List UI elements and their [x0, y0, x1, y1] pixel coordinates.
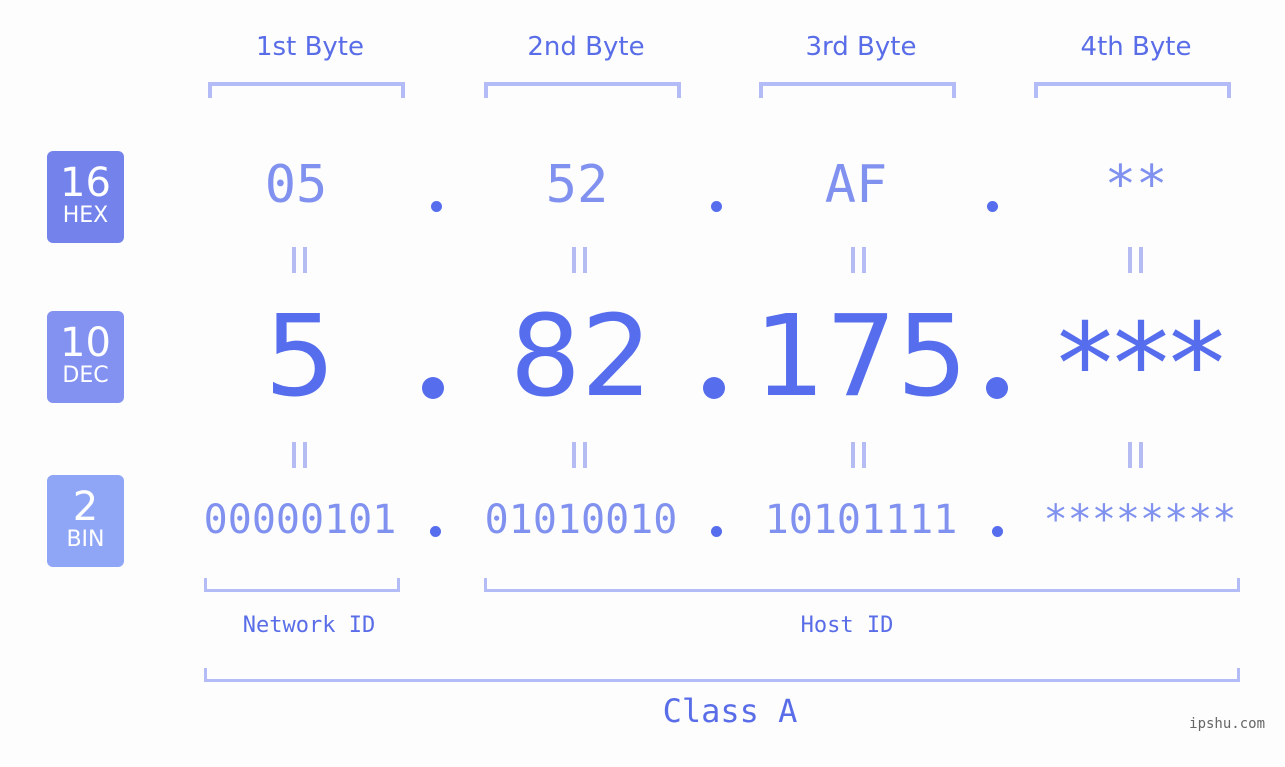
hex-value-4: **: [1104, 155, 1168, 215]
dec-value-1: 5: [264, 292, 336, 422]
byte-bracket-2: [484, 82, 681, 98]
dec-separator-dot: [986, 377, 1008, 399]
byte-header-4: 4th Byte: [1080, 32, 1192, 62]
watermark: ipshu.com: [1189, 716, 1265, 732]
equals-icon: [851, 247, 867, 273]
equals-icon: [851, 442, 867, 468]
hex-value-3: AF: [824, 155, 888, 215]
host-id-label: Host ID: [800, 613, 894, 638]
hex-base-label: HEX: [62, 203, 109, 228]
dec-value-3: 175: [754, 292, 968, 422]
bin-base-number: 2: [72, 484, 99, 530]
network-id-bracket: [204, 578, 400, 592]
byte-header-3: 3rd Byte: [805, 32, 917, 62]
dec-separator-dot: [422, 377, 444, 399]
bin-separator-dot: [430, 526, 441, 537]
dec-value-2: 82: [509, 292, 653, 422]
equals-icon: [292, 247, 308, 273]
dec-badge: 10 DEC: [47, 311, 124, 403]
hex-value-2: 52: [545, 155, 609, 215]
dec-value-4: ***: [1057, 300, 1225, 430]
bin-separator-dot: [992, 526, 1003, 537]
byte-header-2: 2nd Byte: [527, 32, 645, 62]
bin-value-1: 00000101: [203, 497, 397, 543]
equals-icon: [1128, 442, 1144, 468]
host-id-bracket: [484, 578, 1240, 592]
dec-separator-dot: [703, 377, 725, 399]
bin-value-4: ********: [1043, 497, 1237, 543]
bin-badge: 2 BIN: [47, 475, 124, 567]
hex-badge: 16 HEX: [47, 151, 124, 243]
bin-base-label: BIN: [66, 527, 105, 552]
equals-icon: [1128, 247, 1144, 273]
dec-base-label: DEC: [62, 363, 109, 388]
hex-separator-dot: [987, 201, 998, 212]
equals-icon: [572, 247, 588, 273]
byte-bracket-3: [759, 82, 956, 98]
byte-bracket-4: [1034, 82, 1231, 98]
class-label: Class A: [662, 692, 798, 730]
byte-bracket-1: [208, 82, 405, 98]
byte-header-1: 1st Byte: [256, 32, 364, 62]
bin-separator-dot: [711, 526, 722, 537]
hex-separator-dot: [711, 201, 722, 212]
dec-base-number: 10: [60, 320, 111, 366]
equals-icon: [572, 442, 588, 468]
hex-separator-dot: [431, 201, 442, 212]
bin-value-3: 10101111: [764, 497, 958, 543]
class-bracket: [204, 668, 1240, 682]
bin-value-2: 01010010: [484, 497, 678, 543]
equals-icon: [292, 442, 308, 468]
hex-base-number: 16: [60, 160, 111, 206]
hex-value-1: 05: [264, 155, 328, 215]
network-id-label: Network ID: [242, 613, 376, 638]
